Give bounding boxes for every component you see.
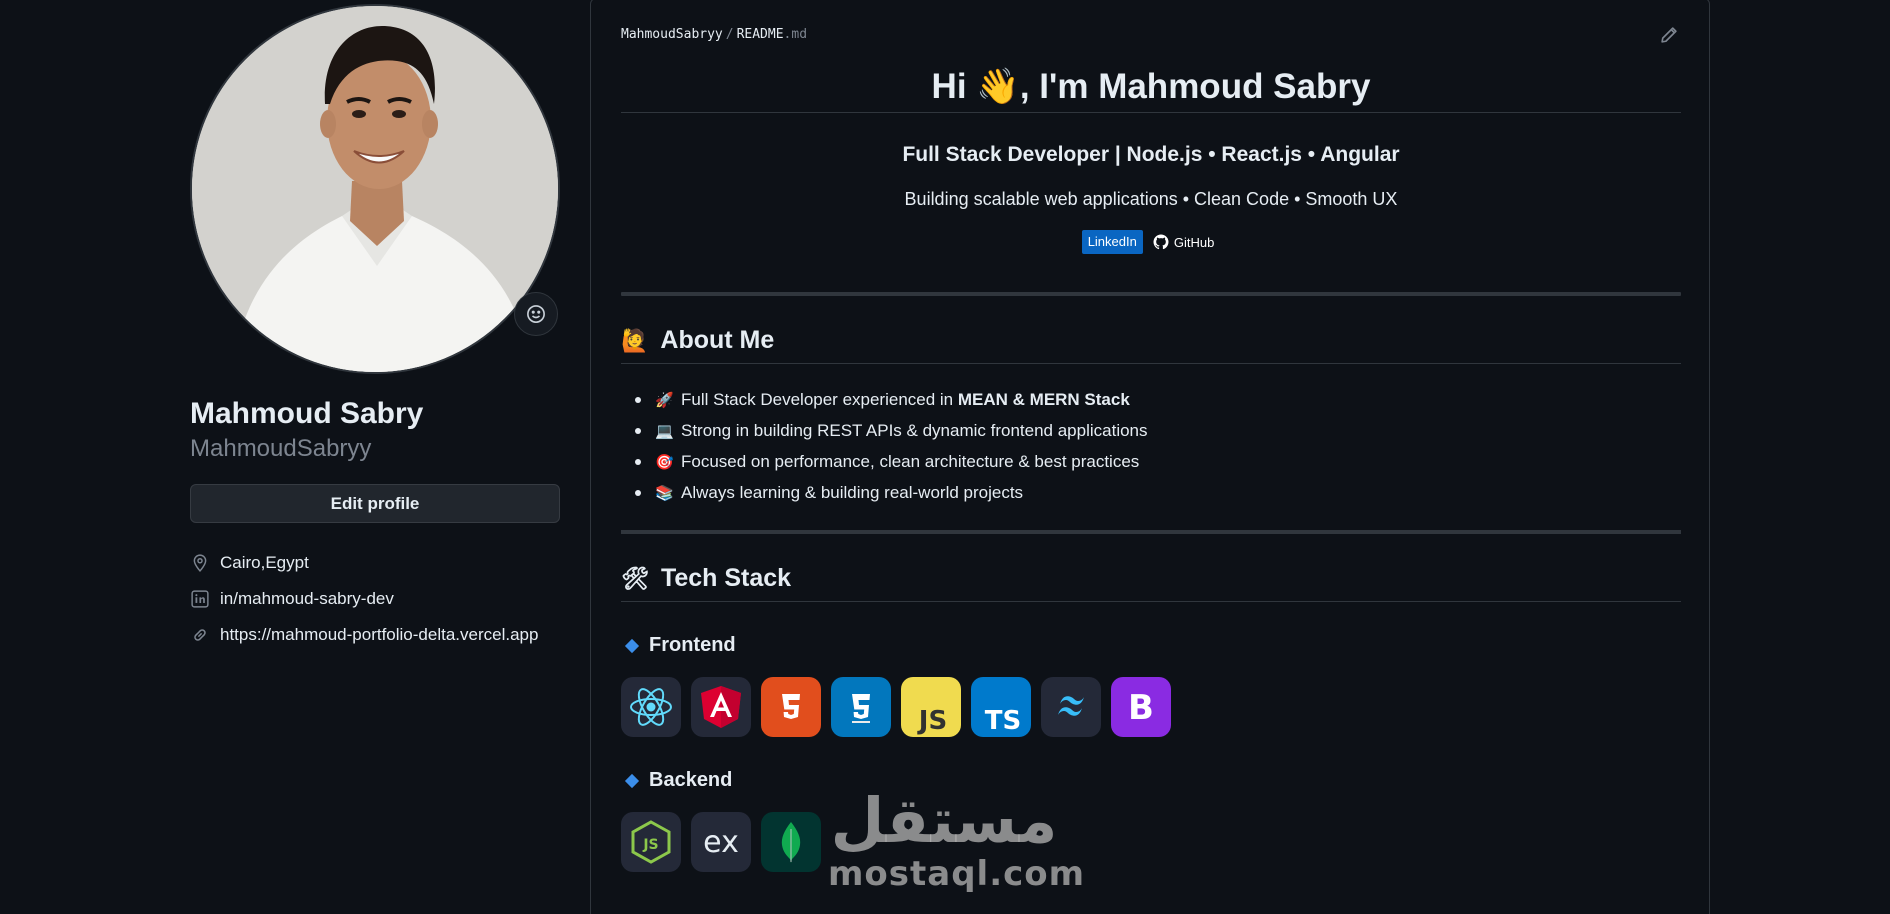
mongodb-icon [761,812,821,872]
svg-text:B: B [1128,688,1154,728]
list-item-bold: MEAN & MERN Stack [957,389,1130,409]
raising-hand-icon: 🙋 [621,327,649,353]
github-badge-label: GitHub [1173,234,1215,250]
github-badge[interactable]: GitHub [1146,230,1221,254]
laptop-icon: 💻 [655,422,674,440]
profile-full-name: Mahmoud Sabry [190,397,424,430]
edit-readme-button[interactable] [1659,25,1681,47]
profile-meta-list: Cairo,Egypt in/mahmoud-sabry-dev https:/… [190,545,560,653]
avatar[interactable] [190,4,560,374]
tech-heading: 🛠 Tech Stack [621,564,1681,602]
profile-location: Cairo,Egypt [190,545,560,581]
set-status-button[interactable] [514,292,558,336]
books-icon: 📚 [655,484,674,502]
rocket-icon: 🚀 [655,391,674,409]
readme-title: Hi 👋, I'm Mahmoud Sabry [621,61,1681,113]
list-item: 🎯 Focused on performance, clean architec… [635,446,1681,477]
svg-text:JS: JS [642,837,658,853]
svg-text:JS: JS [917,706,947,736]
badge-row: LinkedIn GitHub [621,230,1681,254]
backend-icons: JS ex [621,812,1681,872]
list-item: 🚀 Full Stack Developer experienced in ME… [635,384,1681,415]
backend-heading-text: Backend [649,769,733,791]
css3-icon [831,677,891,737]
backend-heading: Backend [621,769,1681,792]
javascript-icon: JS [901,677,961,737]
linkedin-link-text[interactable]: in/mahmoud-sabry-dev [220,589,394,609]
about-heading: 🙋 About Me [621,326,1681,364]
tech-heading-text: Tech Stack [660,564,792,592]
list-item-text: Strong in building REST APIs & dynamic f… [681,420,1148,440]
readme-card: MahmoudSabryy / README.md Hi 👋, I'm Mahmou… [590,0,1710,914]
tailwind-icon [1041,677,1101,737]
github-icon [1153,234,1169,250]
breadcrumb-ext: .md [783,27,808,42]
divider [621,292,1681,296]
profile-sidebar: Mahmoud Sabry MahmoudSabryy Edit profile… [190,0,560,653]
website-link-text[interactable]: https://mahmoud-portfolio-delta.vercel.a… [220,625,538,645]
svg-text:TS: TS [985,706,1021,736]
frontend-icons: JS TS B [621,677,1681,737]
list-item-text: Always learning & building real-world pr… [681,482,1024,502]
readme-tagline: Building scalable web applications • Cle… [904,189,1398,209]
bootstrap-icon: B [1111,677,1171,737]
typescript-icon: TS [971,677,1031,737]
blue-diamond-icon [624,638,640,653]
pencil-icon [1661,27,1677,43]
target-icon: 🎯 [655,453,674,471]
list-item: 📚 Always learning & building real-world … [635,477,1681,508]
breadcrumb-separator: / [725,27,734,42]
frontend-heading: Frontend [621,634,1681,657]
linkedin-icon [190,589,210,609]
divider [621,530,1681,534]
readme-content: Hi 👋, I'm Mahmoud Sabry Full Stack Devel… [621,61,1681,872]
avatar-container [190,4,560,374]
about-list: 🚀 Full Stack Developer experienced in ME… [621,384,1681,508]
link-icon [190,625,210,645]
profile-username: MahmoudSabryy [190,435,372,462]
frontend-heading-text: Frontend [649,634,736,656]
list-item: 💻 Strong in building REST APIs & dynamic… [635,415,1681,446]
express-icon: ex [691,812,751,872]
breadcrumb: MahmoudSabryy / README.md [621,27,807,42]
about-heading-text: About Me [660,326,775,354]
nodejs-icon: JS [621,812,681,872]
profile-website[interactable]: https://mahmoud-portfolio-delta.vercel.a… [190,617,560,653]
list-item-text: Full Stack Developer experienced in [681,389,958,409]
smiley-icon [527,305,545,323]
breadcrumb-owner[interactable]: MahmoudSabryy [621,27,723,42]
location-text: Cairo,Egypt [220,553,309,572]
readme-headline: Full Stack Developer | Node.js • React.j… [902,143,1400,166]
react-icon [621,677,681,737]
profile-linkedin[interactable]: in/mahmoud-sabry-dev [190,581,560,617]
blue-diamond-icon [624,773,640,788]
linkedin-badge[interactable]: LinkedIn [1081,230,1143,254]
angular-icon [691,677,751,737]
html5-icon [761,677,821,737]
svg-text:ex: ex [703,825,739,860]
tools-icon: 🛠 [621,565,649,591]
location-icon [190,553,210,573]
list-item-text: Focused on performance, clean architectu… [681,451,1140,471]
breadcrumb-file[interactable]: README [737,27,784,42]
edit-profile-button[interactable]: Edit profile [190,484,560,523]
